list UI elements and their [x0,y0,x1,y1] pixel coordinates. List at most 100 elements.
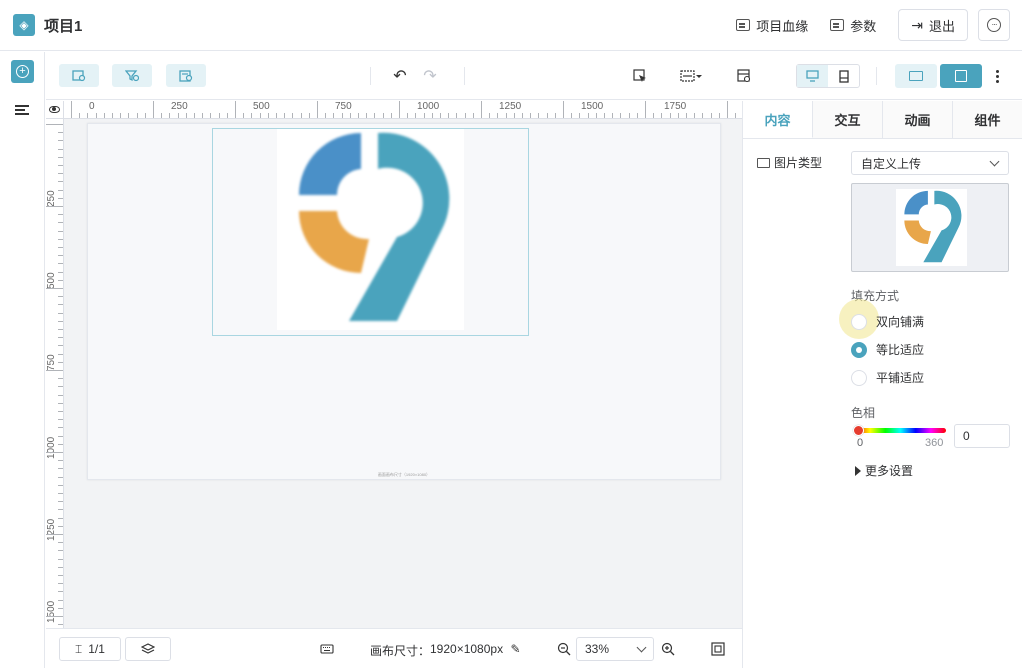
hue-slider-handle[interactable] [853,425,864,436]
ruler-tick [87,113,89,118]
select-tool-button[interactable] [630,65,650,87]
ruler-tick [226,113,228,118]
horizontal-ruler: 0 250 500 750 1000 1250 1500 1750 [64,101,742,119]
ruler-tick [58,320,63,322]
ruler-tick [58,468,63,470]
mobile-view-button[interactable] [828,65,859,87]
hue-slider-track[interactable] [855,428,946,433]
ruler-tick [120,113,122,118]
canvas-size-value: 1920×1080px [430,642,504,656]
ruler-tick [563,101,564,118]
ruler-tick [58,181,63,183]
ruler-tick [333,113,335,118]
more-settings-toggle[interactable]: 更多设置 [855,462,913,479]
ruler-tick [58,337,63,339]
uploaded-image [277,129,464,330]
image-type-select[interactable]: 自定义上传 [851,151,1009,175]
add-filter-button[interactable] [112,64,152,87]
ruler-label: 1250 [46,518,57,541]
ruler-tick [58,263,63,265]
ruler-tick [702,113,704,118]
project-title: 项目1 [44,17,83,35]
ruler-tick [58,329,63,330]
zoom-out-button[interactable] [556,641,571,656]
align-dropdown-button[interactable] [678,65,704,87]
ruler-tick [112,113,113,118]
canvas-board[interactable]: 画面画布尺寸（1920×1080） [87,123,721,480]
fit-screen-button[interactable] [710,641,725,656]
fill-option-proportional[interactable]: 等比适应 [851,341,924,358]
layout-button[interactable] [734,65,754,87]
ruler-tick [727,101,728,118]
ruler-tick [456,113,458,118]
zoom-value: 33% [585,642,610,656]
image-type-field-label: 图片类型 [757,154,822,171]
desktop-view-button[interactable] [797,65,828,87]
ruler-tick [153,101,154,118]
ruler-tick [58,542,63,544]
board-caption: 画面画布尺寸（1920×1080） [377,472,431,477]
cursor-select-icon [633,69,646,82]
ruler-tick [58,550,63,552]
toolbar-more-button[interactable] [992,65,1002,87]
exit-label: 退出 [928,18,955,34]
tab-interaction[interactable]: 交互 [813,101,883,138]
add-report-button[interactable] [166,64,206,87]
edit-canvas-size-button[interactable]: ✎ [508,641,523,656]
more-settings-label: 更多设置 [865,464,914,478]
tab-animation[interactable]: 动画 [883,101,953,138]
ruler-tick [58,361,63,363]
ruler-tick [194,113,195,118]
params-button[interactable]: 参数 [830,16,876,35]
more-options-button[interactable]: ··· [978,9,1010,41]
ruler-tick [58,443,63,445]
hue-title: 色相 [851,406,876,420]
page-switch-button[interactable]: ⌶ 1/1 [59,637,121,661]
save-icon [955,70,967,82]
redo-button[interactable]: ↷ [420,65,440,87]
layer-list-icon[interactable] [15,105,29,115]
ruler-tick [612,113,614,118]
layers-button[interactable] [125,637,171,661]
ruler-visibility-toggle[interactable] [46,101,64,119]
ruler-tick [58,296,63,298]
redo-icon: ↷ [423,68,437,85]
ruler-tick [58,394,63,396]
keyboard-shortcuts-button[interactable] [319,641,334,656]
ruler-tick [58,271,63,273]
tab-content[interactable]: 内容 [743,101,813,138]
hue-value-input[interactable]: 0 [954,424,1010,448]
fill-option-tile[interactable]: 平铺适应 [851,369,924,386]
save-button[interactable] [940,64,982,88]
ruler-tick [58,189,63,191]
ruler-label: 750 [46,354,57,371]
ruler-tick [58,345,63,347]
ruler-tick [661,113,663,118]
ruler-tick [571,113,573,118]
zoom-select[interactable]: 33% [576,637,654,661]
ruler-label: 250 [171,101,188,112]
ruler-tick [58,599,63,601]
ruler-tick [341,113,343,118]
image-upload-preview[interactable] [851,183,1009,272]
ruler-tick [399,101,400,118]
ruler-tick [276,113,277,118]
ruler-tick [481,101,482,118]
add-dataset-button[interactable] [59,64,99,87]
fill-option-stretch[interactable]: 双向铺满 [851,313,924,330]
add-component-button[interactable]: + [11,60,34,83]
undo-button[interactable]: ↶ [390,65,410,87]
zoom-out-icon [557,642,570,655]
tab-component[interactable]: 组件 [953,101,1022,138]
exit-button[interactable]: ⇥ 退出 [898,9,968,41]
ruler-tick [653,113,655,118]
image-component[interactable] [212,128,529,336]
fill-option-label: 平铺适应 [876,371,925,385]
radio-checked-icon [851,341,867,358]
editor-toolbar: ↶ ↷ [46,52,1022,100]
ruler-tick [46,124,63,125]
preview-button[interactable] [895,64,937,88]
zoom-in-button[interactable] [660,641,675,656]
ruler-tick [161,113,163,118]
project-lineage-button[interactable]: 项目血缘 [736,16,808,35]
